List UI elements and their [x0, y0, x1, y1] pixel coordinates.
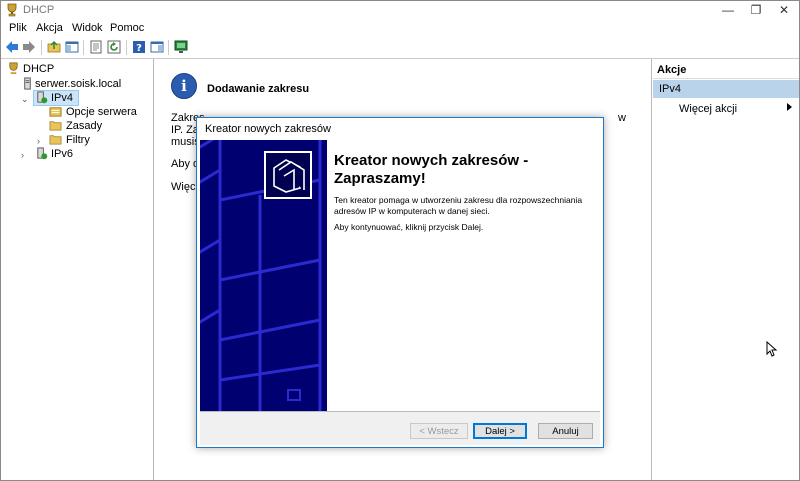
- wizard-heading: Kreator nowych zakresów - Zapraszamy!: [334, 152, 529, 187]
- dhcp-icon: [9, 62, 18, 75]
- ipv6-icon: [37, 147, 48, 160]
- forward-arrow-icon[interactable]: [22, 40, 36, 54]
- show-hide-tree-icon[interactable]: [65, 40, 79, 54]
- wizard-instruction: Aby kontynuować, kliknij przycisk Dalej.: [334, 222, 484, 232]
- info-text-line: w: [618, 112, 626, 124]
- help-icon[interactable]: ?: [132, 40, 146, 54]
- up-folder-icon[interactable]: [47, 40, 61, 54]
- menu-help[interactable]: Pomoc: [110, 22, 144, 34]
- next-button[interactable]: Dalej >: [473, 423, 527, 439]
- actions-header: Akcje: [653, 61, 799, 79]
- tree-label: IPv6: [51, 148, 74, 160]
- wizard-content: Kreator nowych zakresów - Zapraszamy! Te…: [327, 140, 600, 411]
- toolbar: ?: [1, 37, 799, 59]
- window-title: DHCP: [23, 4, 55, 16]
- tree-label: DHCP: [23, 63, 55, 75]
- back-button[interactable]: < Wstecz: [410, 423, 468, 439]
- wizard-button-bar: < Wstecz Dalej > Anuluj: [200, 411, 600, 445]
- folder-icon: [49, 121, 62, 131]
- menu-bar: Plik Akcja Widok Pomoc: [1, 20, 799, 37]
- menu-view[interactable]: Widok: [72, 22, 103, 34]
- options-icon: [49, 107, 62, 117]
- dhcp-icon: [7, 3, 17, 17]
- back-arrow-icon[interactable]: [5, 40, 19, 54]
- dialog-title: Kreator nowych zakresów: [205, 123, 331, 135]
- toolbar-separator: [168, 40, 169, 55]
- maximize-button[interactable]: ❐: [741, 1, 771, 20]
- actions-pane: Akcje IPv4 Więcej akcji: [653, 59, 799, 480]
- ipv4-icon: [37, 91, 48, 104]
- more-actions-item[interactable]: Więcej akcji: [679, 101, 737, 117]
- menu-file[interactable]: Plik: [9, 22, 27, 34]
- info-icon: i: [171, 73, 197, 99]
- wizard-side-panel: [200, 140, 327, 411]
- toolbar-separator: [126, 40, 127, 55]
- action-pane-icon[interactable]: [150, 40, 164, 54]
- new-scope-wizard-dialog: Kreator nowych zakresów Kreator nowych z…: [196, 117, 604, 448]
- properties-icon[interactable]: [89, 40, 103, 54]
- server-icon: [24, 77, 31, 90]
- monitor-icon[interactable]: [174, 40, 188, 54]
- refresh-icon[interactable]: [107, 40, 121, 54]
- pane-heading: Dodawanie zakresu: [207, 83, 310, 95]
- chevron-right-icon[interactable]: ›: [21, 147, 24, 163]
- menu-action[interactable]: Akcja: [36, 22, 63, 34]
- close-button[interactable]: ✕: [769, 1, 799, 20]
- chevron-down-icon[interactable]: ⌄: [21, 91, 29, 107]
- mouse-cursor-icon: [766, 341, 778, 357]
- wizard-banner-graphic: [200, 140, 322, 411]
- minimize-button[interactable]: —: [713, 1, 743, 20]
- dialog-title-bar: Kreator nowych zakresów: [197, 118, 603, 140]
- title-bar: DHCP — ❐ ✕: [1, 1, 799, 20]
- folder-icon: [49, 135, 62, 145]
- actions-section-ipv4[interactable]: IPv4: [653, 80, 799, 98]
- svg-text:?: ?: [136, 43, 142, 54]
- toolbar-separator: [41, 40, 42, 55]
- submenu-arrow-icon: [787, 103, 792, 111]
- toolbar-separator: [83, 40, 84, 55]
- cancel-button[interactable]: Anuluj: [538, 423, 593, 439]
- console-tree: DHCP serwer.soisk.local ⌄ IPv4 Opcje ser…: [1, 59, 154, 480]
- wizard-description: Ten kreator pomaga w utworzeniu zakresu …: [334, 195, 583, 216]
